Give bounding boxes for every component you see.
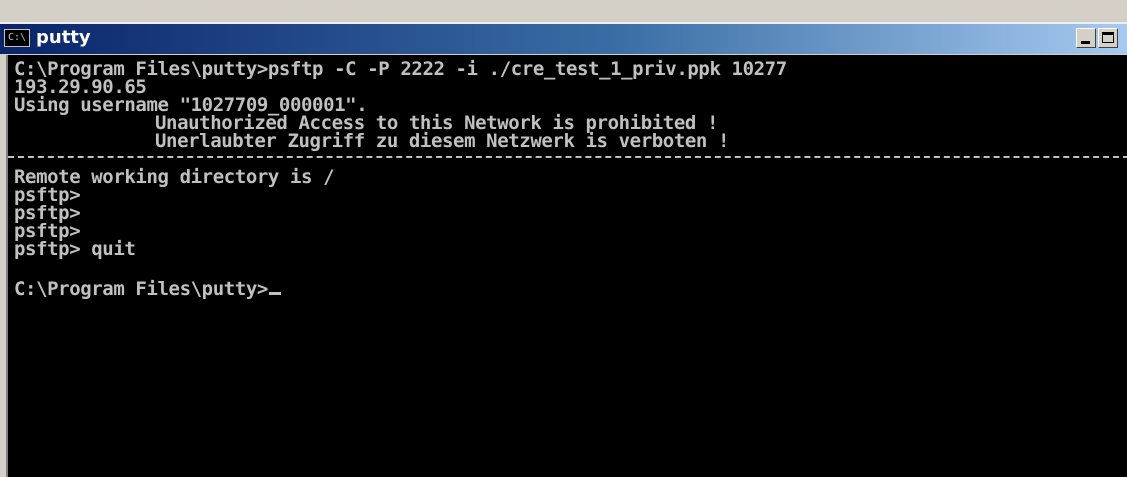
- maximize-icon: [1102, 32, 1114, 43]
- title-bar[interactable]: C:\ putty: [0, 22, 1127, 54]
- console-output[interactable]: C:\Program Files\putty>psftp -C -P 2222 …: [6, 55, 1127, 477]
- banner-separator: [8, 156, 1127, 158]
- text-cursor: [268, 292, 281, 295]
- console-icon[interactable]: C:\: [4, 29, 30, 47]
- console-line-banner-de: Unerlaubter Zugriff zu diesem Netzwerk i…: [155, 130, 730, 152]
- maximize-button[interactable]: [1098, 28, 1118, 48]
- console-line-quit: psftp> quit: [14, 238, 136, 260]
- minimize-icon: [1081, 41, 1090, 44]
- current-prompt-text: C:\Program Files\putty>: [14, 278, 268, 300]
- window-title: putty: [36, 27, 91, 48]
- minimize-button[interactable]: [1076, 28, 1096, 48]
- console-line-current-prompt[interactable]: C:\Program Files\putty>: [14, 279, 281, 299]
- putty-window: C:\ putty C:\Program Files\putty>psftp -…: [0, 0, 1127, 477]
